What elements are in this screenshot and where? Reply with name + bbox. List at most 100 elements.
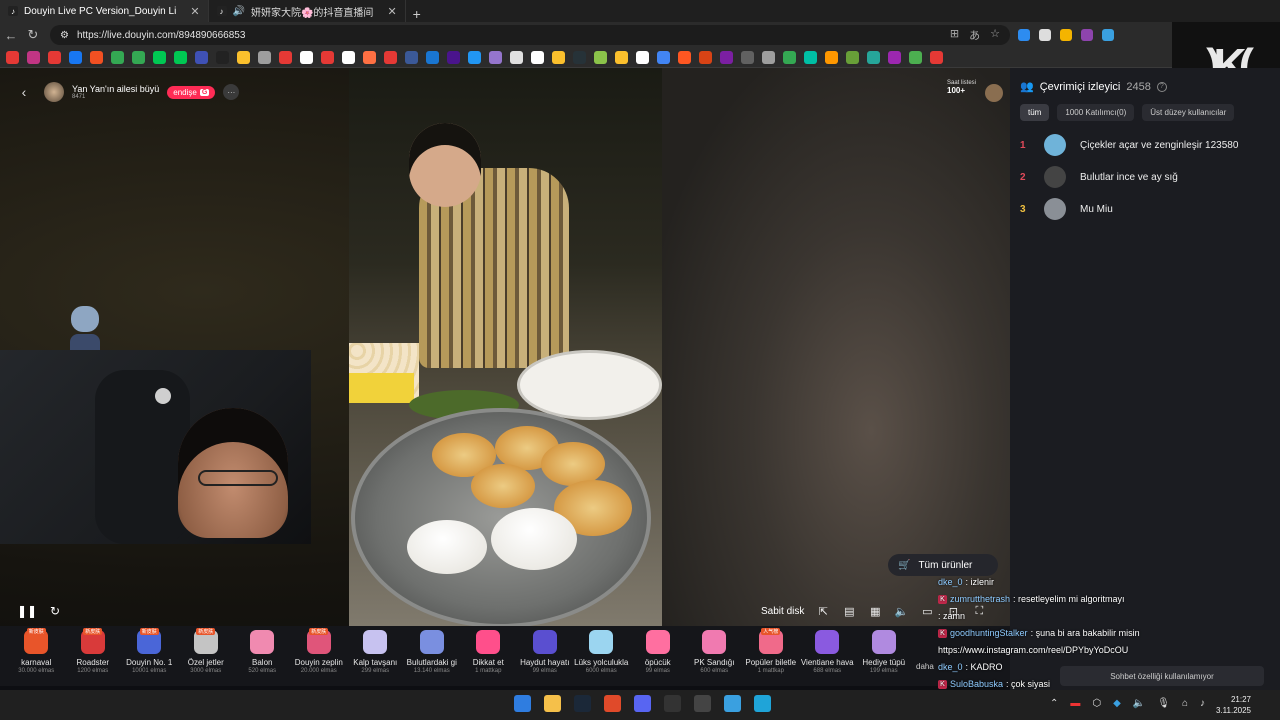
bookmark-icon[interactable] bbox=[741, 51, 754, 64]
bookmark-icon[interactable] bbox=[510, 51, 523, 64]
bookmark-icon[interactable] bbox=[447, 51, 460, 64]
bookmark-icon[interactable] bbox=[132, 51, 145, 64]
tab-top-users[interactable]: Üst düzey kullanıcılar bbox=[1142, 104, 1235, 121]
bookmark-icon[interactable] bbox=[762, 51, 775, 64]
bookmark-icon[interactable] bbox=[300, 51, 313, 64]
bookmark-icon[interactable] bbox=[405, 51, 418, 64]
danmaku-settings-icon[interactable]: ▤ bbox=[842, 604, 856, 618]
bookmark-icon[interactable] bbox=[6, 51, 19, 64]
bookmark-icon[interactable] bbox=[552, 51, 565, 64]
taskbar-app-icon[interactable] bbox=[634, 695, 651, 712]
bookmark-icon[interactable] bbox=[258, 51, 271, 64]
follow-button[interactable]: endişe G bbox=[167, 85, 216, 99]
gift-item[interactable]: Hediye tüpü 199 elmas bbox=[856, 626, 913, 686]
url-field[interactable]: ⚙ https://live.douyin.com/894890666853 ⊞… bbox=[50, 25, 1010, 45]
new-tab-button[interactable]: + bbox=[406, 6, 428, 22]
extension-icon[interactable] bbox=[1060, 29, 1072, 41]
bookmark-icon[interactable] bbox=[468, 51, 481, 64]
bookmark-icon[interactable] bbox=[699, 51, 712, 64]
gift-item[interactable]: Haydut hayatı 99 elmas bbox=[517, 626, 574, 686]
gift-item[interactable]: Balon 520 elmas bbox=[234, 626, 291, 686]
bookmark-icon[interactable] bbox=[195, 51, 208, 64]
gift-item[interactable]: Kalp tavşanı 299 elmas bbox=[347, 626, 404, 686]
bookmark-icon[interactable] bbox=[657, 51, 670, 64]
translate-icon[interactable]: あ bbox=[969, 27, 980, 43]
bookmark-icon[interactable] bbox=[342, 51, 355, 64]
bookmark-icon[interactable] bbox=[783, 51, 796, 64]
bookmark-icon[interactable] bbox=[384, 51, 397, 64]
gift-item[interactable]: 新皮肤 Douyin No. 1 10001 elmas bbox=[121, 626, 178, 686]
install-app-icon[interactable]: ⊞ bbox=[950, 27, 959, 43]
chat-username[interactable]: zumrutthetrash bbox=[950, 591, 1010, 608]
taskbar-app-icon[interactable] bbox=[544, 695, 561, 712]
gift-item[interactable]: 新皮肤 Douyin zeplin 20.000 elmas bbox=[291, 626, 348, 686]
viewer-row[interactable]: 1 Çiçekler açar ve zenginleşir 123580 bbox=[1020, 132, 1238, 158]
help-icon[interactable]: ? bbox=[1156, 81, 1167, 92]
tray-app-icon[interactable]: ⬡ bbox=[1092, 698, 1101, 709]
chevron-up-icon[interactable]: ⌃ bbox=[1050, 698, 1058, 709]
taskbar-app-icon[interactable] bbox=[694, 695, 711, 712]
bookmark-icon[interactable] bbox=[930, 51, 943, 64]
gift-item[interactable]: 新皮肤 Roadster 1200 elmas bbox=[65, 626, 122, 686]
bookmark-icon[interactable] bbox=[216, 51, 229, 64]
bookmark-icon[interactable] bbox=[909, 51, 922, 64]
audio-icon[interactable]: 🔈 bbox=[1133, 698, 1145, 709]
site-info-icon[interactable]: ⚙ bbox=[60, 30, 69, 41]
tab-all[interactable]: tüm bbox=[1020, 104, 1050, 121]
pin-label[interactable]: Sabit disk bbox=[761, 606, 804, 617]
avatar[interactable] bbox=[1044, 166, 1066, 188]
tab-douyin-live[interactable]: ♪ Douyin Live PC Version_Douyin Li ✕ bbox=[0, 0, 209, 22]
tab-1000-members[interactable]: 1000 Katılımcı(0) bbox=[1057, 104, 1135, 121]
system-clock[interactable]: 21:27 3.11.2025 bbox=[1216, 694, 1251, 716]
pip-icon[interactable]: ▭ bbox=[920, 604, 934, 618]
tray-app-icon[interactable]: ▬ bbox=[1070, 698, 1080, 709]
more-options-icon[interactable]: ··· bbox=[223, 84, 240, 100]
gift-item[interactable]: 新皮肤 Özel jetler 3000 elmas bbox=[178, 626, 235, 686]
close-tab-icon[interactable]: ✕ bbox=[387, 5, 396, 18]
pause-icon[interactable]: ❚❚ bbox=[17, 604, 37, 618]
taskbar-app-icon[interactable] bbox=[604, 695, 621, 712]
refresh-icon[interactable]: ↻ bbox=[48, 604, 62, 618]
bookmark-icon[interactable] bbox=[321, 51, 334, 64]
gift-item[interactable]: PK Sandığı 600 elmas bbox=[686, 626, 743, 686]
volume-icon[interactable]: 🔈 bbox=[894, 604, 909, 618]
extension-icon[interactable] bbox=[1102, 29, 1114, 41]
network-icon[interactable]: ⌂ bbox=[1182, 698, 1188, 709]
taskbar-app-icon[interactable] bbox=[664, 695, 681, 712]
gift-bag-icon[interactable] bbox=[985, 84, 1003, 102]
bookmark-icon[interactable] bbox=[573, 51, 586, 64]
extension-icon[interactable] bbox=[1018, 29, 1030, 41]
bookmark-icon[interactable] bbox=[846, 51, 859, 64]
bookmark-icon[interactable] bbox=[531, 51, 544, 64]
speaker-icon[interactable]: ♪ bbox=[1200, 698, 1205, 709]
back-arrow-icon[interactable]: ‹ bbox=[12, 80, 36, 104]
taskbar-app-icon[interactable] bbox=[724, 695, 741, 712]
avatar[interactable] bbox=[1044, 134, 1066, 156]
bookmark-icon[interactable] bbox=[825, 51, 838, 64]
bookmark-icon[interactable] bbox=[48, 51, 61, 64]
taskbar-app-icon[interactable] bbox=[514, 695, 531, 712]
bookmark-icon[interactable] bbox=[594, 51, 607, 64]
bookmark-star-icon[interactable]: ☆ bbox=[990, 27, 1000, 43]
bookmark-icon[interactable] bbox=[69, 51, 82, 64]
bookmark-icon[interactable] bbox=[888, 51, 901, 64]
viewer-row[interactable]: 3 Mu Miu bbox=[1020, 196, 1113, 222]
microphone-icon[interactable]: 🎙 bbox=[1157, 698, 1170, 709]
gift-item[interactable]: 人气榜 Popüler biletle 1 mattkap bbox=[743, 626, 800, 686]
stream-video[interactable] bbox=[349, 68, 662, 626]
bookmark-icon[interactable] bbox=[363, 51, 376, 64]
bookmark-icon[interactable] bbox=[237, 51, 250, 64]
taskbar-app-icon[interactable] bbox=[754, 695, 771, 712]
reload-icon[interactable]: ↻ bbox=[22, 27, 44, 43]
bookmark-icon[interactable] bbox=[27, 51, 40, 64]
all-products-button[interactable]: 🛒 Tüm ürünler bbox=[888, 554, 998, 576]
viewer-row[interactable]: 2 Bulutlar ince ve ay sığ bbox=[1020, 164, 1178, 190]
extension-icon[interactable] bbox=[1081, 29, 1093, 41]
bookmark-icon[interactable] bbox=[279, 51, 292, 64]
bookmark-icon[interactable] bbox=[174, 51, 187, 64]
hourly-rank[interactable]: Saat listesi 100+ bbox=[947, 80, 976, 95]
live-stream-stage[interactable]: ‹ Yan Yan'ın ailesi büyü 8471 endişe G ·… bbox=[0, 68, 1010, 626]
more-gifts-button[interactable]: daha bbox=[916, 662, 934, 686]
tray-app-icon[interactable]: ◆ bbox=[1113, 698, 1121, 709]
bookmark-icon[interactable] bbox=[153, 51, 166, 64]
